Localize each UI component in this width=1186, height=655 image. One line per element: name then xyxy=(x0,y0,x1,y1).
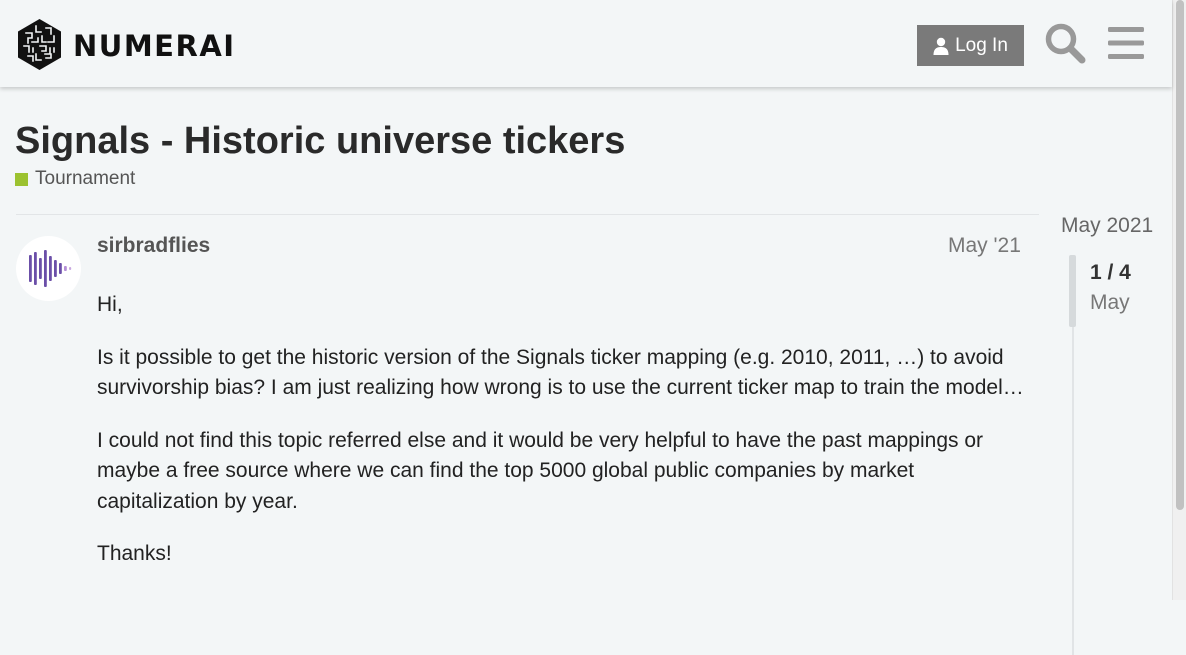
post-body: Hi, Is it possible to get the historic v… xyxy=(97,290,1027,592)
search-icon[interactable] xyxy=(1044,22,1086,64)
site-logo[interactable]: NUMERAI xyxy=(16,18,236,71)
login-button[interactable]: Log In xyxy=(917,25,1024,66)
category-color-swatch xyxy=(15,172,28,186)
numerai-logo-icon xyxy=(18,19,61,70)
timeline-post-count: 1 / 4 xyxy=(1090,261,1131,284)
brand-name: NUMERAI xyxy=(73,28,236,63)
post-paragraph: Thanks! xyxy=(97,542,172,565)
post-paragraph: Hi, xyxy=(97,293,123,316)
post-username[interactable]: sirbradflies xyxy=(97,234,210,258)
user-icon xyxy=(933,37,949,55)
post-paragraph: Is it possible to get the historic versi… xyxy=(97,345,1024,400)
post-paragraph: I could not find this topic referred els… xyxy=(97,428,984,513)
post-date[interactable]: May '21 xyxy=(948,234,1021,258)
login-label: Log In xyxy=(955,34,1008,56)
avatar[interactable] xyxy=(16,236,81,301)
category-label: Tournament xyxy=(35,168,136,189)
timeline-handle[interactable] xyxy=(1069,255,1076,327)
page-scrollbar[interactable] xyxy=(1172,0,1186,600)
scrollbar-thumb[interactable] xyxy=(1176,0,1184,510)
hamburger-menu-icon[interactable] xyxy=(1108,26,1144,60)
avatar-waveform-icon xyxy=(29,250,72,287)
timeline-start-date[interactable]: May 2021 xyxy=(1061,214,1153,238)
category-badge[interactable]: Tournament xyxy=(15,168,135,190)
site-header: NUMERAI Log In xyxy=(0,0,1172,87)
timeline-current-date: May xyxy=(1090,291,1130,314)
topic-divider xyxy=(16,214,1039,215)
topic-title[interactable]: Signals - Historic universe tickers xyxy=(15,120,625,163)
